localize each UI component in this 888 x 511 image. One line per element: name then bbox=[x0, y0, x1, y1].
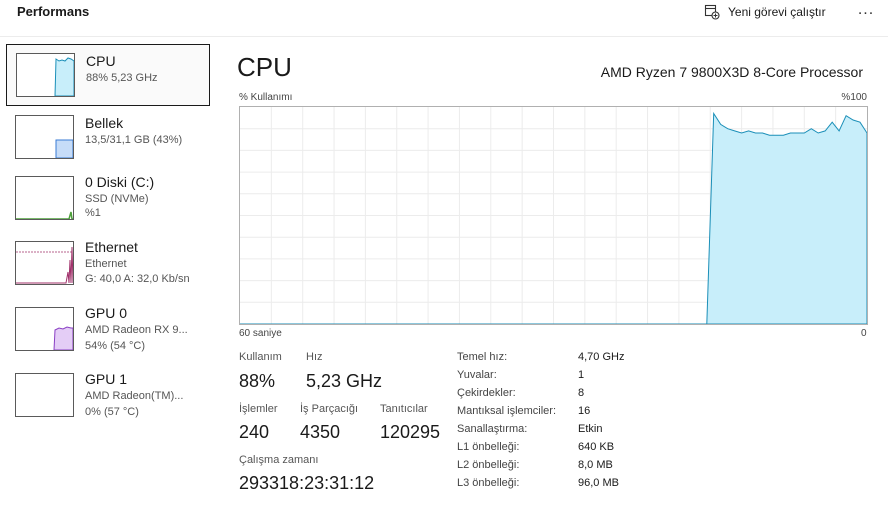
threads-label: İş Parçacığı bbox=[300, 403, 359, 415]
x-axis-left-label: 60 saniye bbox=[239, 328, 282, 339]
cpu-usage-svg bbox=[240, 107, 867, 324]
gpu1-thumbnail bbox=[15, 373, 74, 417]
threads-value: 4350 bbox=[300, 422, 341, 442]
detail-key: L3 önbelleği: bbox=[457, 477, 520, 489]
new-task-button[interactable]: Yeni görevi çalıştır bbox=[704, 3, 826, 21]
detail-key: Yuvalar: bbox=[457, 369, 497, 381]
sidebar-item-detail-2: 0% (57 °C) bbox=[85, 406, 139, 418]
detail-value: 96,0 MB bbox=[578, 477, 619, 489]
disk-thumbnail-graph bbox=[16, 211, 73, 219]
detail-value: 640 KB bbox=[578, 441, 615, 453]
ethernet-thumbnail bbox=[15, 241, 74, 285]
detail-key: L2 önbelleği: bbox=[457, 459, 520, 471]
uptime-value: 293318:23:31:12 bbox=[239, 473, 375, 493]
sidebar-item-detail: SSD (NVMe) bbox=[85, 193, 149, 205]
header-bar: Performans Yeni görevi çalıştır ... bbox=[0, 0, 888, 37]
sidebar-item-detail: Ethernet bbox=[85, 258, 127, 270]
sidebar-item-memory[interactable]: Bellek 13,5/31,1 GB (43%) bbox=[6, 107, 208, 167]
cpu-title: CPU bbox=[237, 52, 292, 82]
processes-value: 240 bbox=[239, 422, 270, 442]
processes-label: İşlemler bbox=[239, 403, 278, 415]
more-options-button[interactable]: ... bbox=[855, 0, 877, 22]
sidebar-item-detail-2: %1 bbox=[85, 207, 101, 219]
sidebar-item-ethernet[interactable]: Ethernet Ethernet G: 40,0 A: 32,0 Kb/sn bbox=[6, 233, 208, 293]
usage-value: 88% bbox=[239, 371, 276, 391]
sidebar-item-cpu[interactable]: CPU 88% 5,23 GHz bbox=[6, 44, 210, 106]
y-axis-max-label: %100 bbox=[841, 92, 867, 103]
new-task-label: Yeni görevi çalıştır bbox=[728, 5, 826, 19]
detail-value: 4,70 GHz bbox=[578, 351, 625, 363]
detail-value: 8,0 MB bbox=[578, 459, 613, 471]
sidebar-item-name: GPU 0 bbox=[85, 305, 128, 321]
disk-thumbnail bbox=[15, 176, 74, 220]
sidebar-item-name: 0 Diski (C:) bbox=[85, 174, 155, 190]
detail-key: Mantıksal işlemciler: bbox=[457, 405, 557, 417]
y-axis-label: % Kullanımı bbox=[239, 92, 293, 103]
uptime-label: Çalışma zamanı bbox=[239, 454, 319, 466]
usage-label: Kullanım bbox=[239, 351, 282, 363]
sidebar-item-disk[interactable]: 0 Diski (C:) SSD (NVMe) %1 bbox=[6, 168, 208, 228]
speed-label: Hız bbox=[306, 351, 323, 363]
detail-value: 1 bbox=[578, 369, 585, 381]
sidebar-item-detail: 88% 5,23 GHz bbox=[86, 72, 158, 84]
sidebar-item-detail-2: G: 40,0 A: 32,0 Kb/sn bbox=[85, 273, 190, 285]
x-axis-right-label: 0 bbox=[861, 328, 867, 339]
sidebar-item-gpu1[interactable]: GPU 1 AMD Radeon(TM)... 0% (57 °C) bbox=[6, 365, 208, 425]
cpu-usage-graph bbox=[239, 106, 868, 325]
gpu0-thumbnail bbox=[15, 307, 74, 351]
sidebar-item-name: CPU bbox=[86, 53, 116, 69]
detail-value: 8 bbox=[578, 387, 585, 399]
cpu-thumbnail bbox=[16, 53, 75, 97]
handles-value: 120295 bbox=[380, 422, 441, 442]
sidebar-item-detail: 13,5/31,1 GB (43%) bbox=[85, 134, 183, 146]
handles-label: Tanıtıcılar bbox=[380, 403, 428, 415]
cpu-model: AMD Ryzen 7 9800X3D 8-Core Processor bbox=[600, 64, 863, 80]
detail-key: Sanallaştırma: bbox=[457, 423, 528, 435]
ethernet-thumbnail-graph bbox=[16, 246, 73, 284]
memory-thumbnail bbox=[15, 115, 74, 159]
detail-value: Etkin bbox=[578, 423, 603, 435]
detail-key: L1 önbelleği: bbox=[457, 441, 520, 453]
sidebar-item-name: Bellek bbox=[85, 115, 124, 131]
sidebar-item-gpu0[interactable]: GPU 0 AMD Radeon RX 9... 54% (54 °C) bbox=[6, 299, 208, 359]
detail-key: Çekirdekler: bbox=[457, 387, 516, 399]
sidebar-item-detail: AMD Radeon RX 9... bbox=[85, 324, 188, 336]
sidebar-item-detail-2: 54% (54 °C) bbox=[85, 340, 146, 352]
sidebar-item-detail: AMD Radeon(TM)... bbox=[85, 390, 184, 402]
sidebar-item-name: GPU 1 bbox=[85, 371, 128, 387]
memory-thumbnail-graph bbox=[55, 139, 73, 158]
detail-value: 16 bbox=[578, 405, 591, 417]
speed-value: 5,23 GHz bbox=[306, 371, 383, 391]
cpu-thumbnail-graph bbox=[54, 57, 74, 96]
gpu0-thumbnail-graph bbox=[53, 326, 73, 350]
page-title: Performans bbox=[17, 4, 90, 19]
new-task-icon bbox=[704, 4, 720, 20]
detail-key: Temel hız: bbox=[457, 351, 508, 363]
sidebar-item-name: Ethernet bbox=[85, 239, 138, 255]
